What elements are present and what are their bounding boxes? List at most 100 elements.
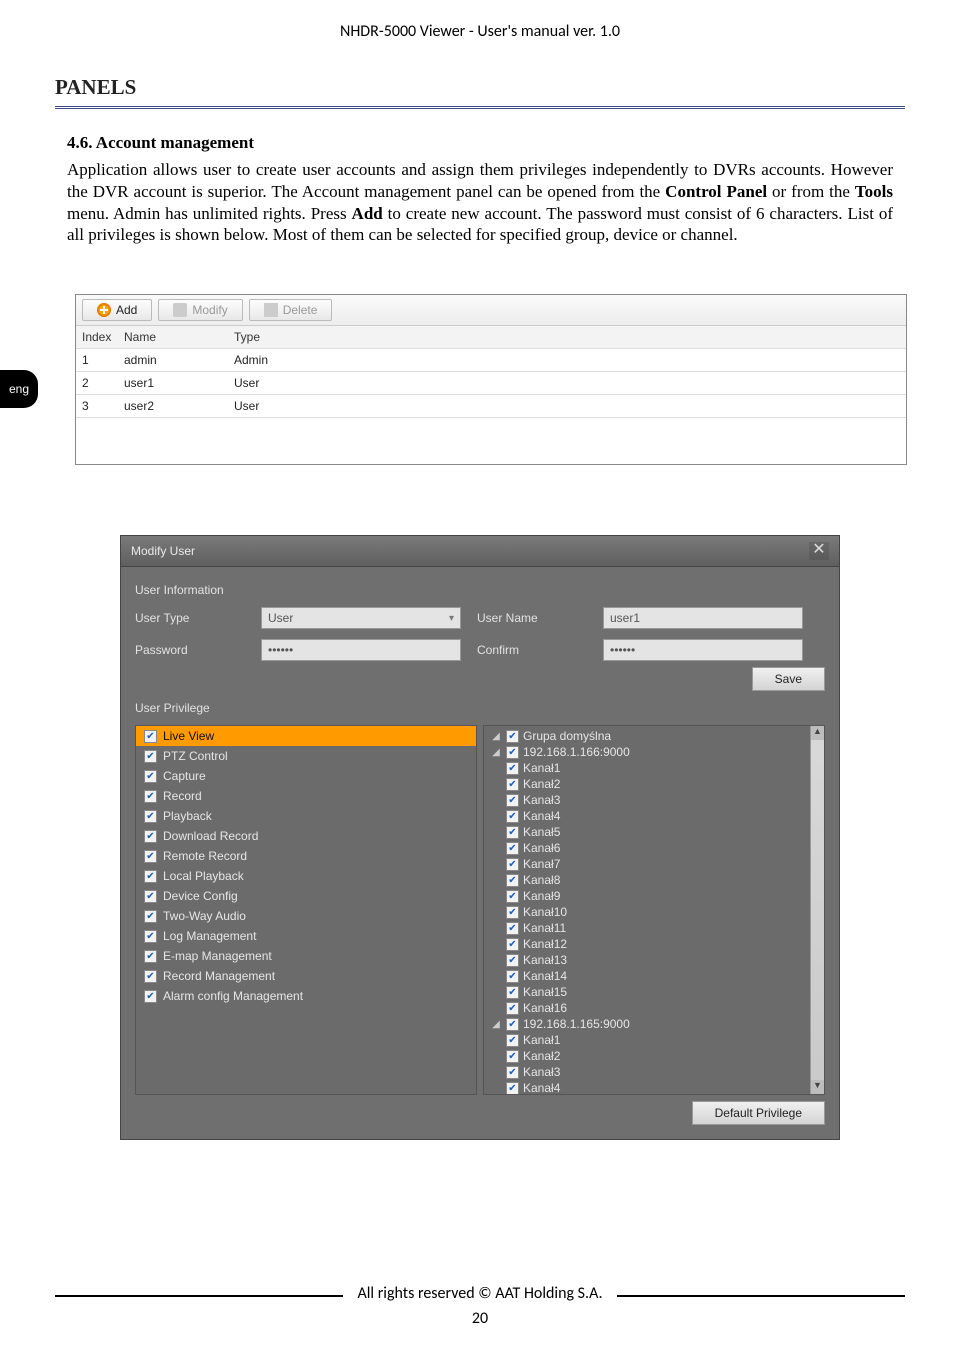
tree-device[interactable]: ◢✔192.168.1.166:9000 — [490, 744, 820, 760]
tree-channel[interactable]: ✔ Kanał7 — [490, 856, 820, 872]
tree-channel[interactable]: ✔Kanał8 — [490, 872, 820, 888]
checkbox-icon[interactable]: ✔ — [144, 830, 157, 843]
tree-channel[interactable]: ✔Kanał12 — [490, 936, 820, 952]
default-privilege-button[interactable]: Default Privilege — [692, 1101, 825, 1125]
checkbox-icon[interactable]: ✔ — [144, 870, 157, 883]
checkbox-icon[interactable]: ✔ — [506, 1082, 519, 1095]
tree-channel[interactable]: ✔Kanał4 — [490, 808, 820, 824]
close-icon[interactable]: ✕ — [809, 542, 829, 560]
checkbox-icon[interactable]: ✔ — [144, 730, 157, 743]
checkbox-icon[interactable]: ✔ — [506, 842, 519, 855]
privilege-item[interactable]: ✔Capture — [136, 766, 476, 786]
tree-channel[interactable]: ✔Kanał11 — [490, 920, 820, 936]
tree-label: Kanał2 — [523, 777, 560, 791]
checkbox-icon[interactable]: ✔ — [144, 850, 157, 863]
tree-label: Kanał7 — [523, 857, 560, 871]
checkbox-icon[interactable]: ✔ — [506, 826, 519, 839]
tree-channel[interactable]: ✔Kanał9 — [490, 888, 820, 904]
scrollbar[interactable]: ▲ ▼ — [810, 726, 824, 1094]
privilege-label: Download Record — [163, 829, 258, 843]
privilege-item[interactable]: ✔E-map Management — [136, 946, 476, 966]
checkbox-icon[interactable]: ✔ — [506, 810, 519, 823]
privilege-label: Device Config — [163, 889, 238, 903]
checkbox-icon[interactable]: ✔ — [506, 730, 519, 743]
checkbox-icon[interactable]: ✔ — [506, 986, 519, 999]
checkbox-icon[interactable]: ✔ — [506, 890, 519, 903]
checkbox-icon[interactable]: ✔ — [506, 1066, 519, 1079]
checkbox-icon[interactable]: ✔ — [144, 930, 157, 943]
privilege-item[interactable]: ✔Record — [136, 786, 476, 806]
tree-channel[interactable]: ✔Kanał15 — [490, 984, 820, 1000]
checkbox-icon[interactable]: ✔ — [506, 1034, 519, 1047]
table-row[interactable]: 2user1User — [76, 372, 906, 395]
checkbox-icon[interactable]: ✔ — [506, 922, 519, 935]
checkbox-icon[interactable]: ✔ — [144, 750, 157, 763]
checkbox-icon[interactable]: ✔ — [144, 770, 157, 783]
password-field[interactable]: •••••• — [261, 639, 461, 661]
checkbox-icon[interactable]: ✔ — [506, 746, 519, 759]
tree-channel[interactable]: ✔Kanał13 — [490, 952, 820, 968]
checkbox-icon[interactable]: ✔ — [506, 954, 519, 967]
checkbox-icon[interactable]: ✔ — [506, 778, 519, 791]
privilege-item[interactable]: ✔ Two-Way Audio — [136, 906, 476, 926]
checkbox-icon[interactable]: ✔ — [144, 810, 157, 823]
checkbox-icon[interactable]: ✔ — [144, 910, 157, 923]
user-name-field[interactable]: user1 — [603, 607, 803, 629]
delete-button[interactable]: Delete — [249, 299, 333, 321]
tree-twister-icon[interactable]: ◢ — [490, 747, 502, 758]
checkbox-icon[interactable]: ✔ — [144, 990, 157, 1003]
privilege-item[interactable]: ✔Alarm config Management — [136, 986, 476, 1006]
add-button[interactable]: Add — [82, 299, 152, 321]
modify-button[interactable]: Modify — [158, 299, 242, 321]
tree-twister-icon[interactable]: ◢ — [490, 1019, 502, 1030]
user-type-select[interactable]: User ▾ — [261, 607, 461, 629]
privilege-item[interactable]: ✔Local Playback — [136, 866, 476, 886]
privilege-item[interactable]: ✔Remote Record — [136, 846, 476, 866]
tree-channel[interactable]: ✔Kanał5 — [490, 824, 820, 840]
tree-channel[interactable]: ✔Kanał16 — [490, 1000, 820, 1016]
privilege-item[interactable]: ✔ Download Record — [136, 826, 476, 846]
scroll-down-icon[interactable]: ▼ — [811, 1080, 824, 1094]
tree-channel[interactable]: ✔Kanał3 — [490, 1064, 820, 1080]
checkbox-icon[interactable]: ✔ — [506, 1050, 519, 1063]
checkbox-icon[interactable]: ✔ — [144, 890, 157, 903]
tree-label: Kanał10 — [523, 905, 567, 919]
tree-group[interactable]: ◢✔Grupa domyślna — [490, 728, 820, 744]
checkbox-icon[interactable]: ✔ — [506, 906, 519, 919]
confirm-field[interactable]: •••••• — [603, 639, 803, 661]
privilege-item[interactable]: ✔PTZ Control — [136, 746, 476, 766]
privilege-item[interactable]: ✔Record Management — [136, 966, 476, 986]
checkbox-icon[interactable]: ✔ — [144, 970, 157, 983]
checkbox-icon[interactable]: ✔ — [506, 970, 519, 983]
privilege-item[interactable]: ✔Log Management — [136, 926, 476, 946]
tree-channel[interactable]: ✔Kanał14 — [490, 968, 820, 984]
save-button[interactable]: Save — [752, 667, 825, 691]
privilege-item[interactable]: ✔Playback — [136, 806, 476, 826]
checkbox-icon[interactable]: ✔ — [144, 790, 157, 803]
checkbox-icon[interactable]: ✔ — [506, 762, 519, 775]
tree-channel[interactable]: ✔Kanał6 — [490, 840, 820, 856]
tree-channel[interactable]: ✔Kanał1 — [490, 1032, 820, 1048]
privilege-item[interactable]: ✔Live View — [136, 726, 476, 746]
checkbox-icon[interactable]: ✔ — [506, 858, 519, 871]
checkbox-icon[interactable]: ✔ — [506, 938, 519, 951]
checkbox-icon[interactable]: ✔ — [506, 874, 519, 887]
table-row[interactable]: 3user2User — [76, 395, 906, 418]
checkbox-icon[interactable]: ✔ — [144, 950, 157, 963]
tree-channel[interactable]: ✔ Kanał2 — [490, 776, 820, 792]
checkbox-icon[interactable]: ✔ — [506, 794, 519, 807]
privilege-label: Two-Way Audio — [163, 909, 246, 923]
checkbox-icon[interactable]: ✔ — [506, 1018, 519, 1031]
tree-channel[interactable]: ✔ Kanał10 — [490, 904, 820, 920]
privilege-item[interactable]: ✔ Device Config — [136, 886, 476, 906]
tree-channel[interactable]: ✔Kanał1 — [490, 760, 820, 776]
tree-channel[interactable]: ✔Kanał2 — [490, 1048, 820, 1064]
checkbox-icon[interactable]: ✔ — [506, 1002, 519, 1015]
tree-twister-icon[interactable]: ◢ — [490, 731, 502, 742]
tree-channel[interactable]: ✔Kanał4 — [490, 1080, 820, 1095]
footer-rule-left — [55, 1295, 343, 1297]
tree-device[interactable]: ◢✔192.168.1.165:9000 — [490, 1016, 820, 1032]
tree-channel[interactable]: ✔Kanał3 — [490, 792, 820, 808]
scroll-up-icon[interactable]: ▲ — [811, 726, 824, 740]
table-row[interactable]: 1adminAdmin — [76, 349, 906, 372]
